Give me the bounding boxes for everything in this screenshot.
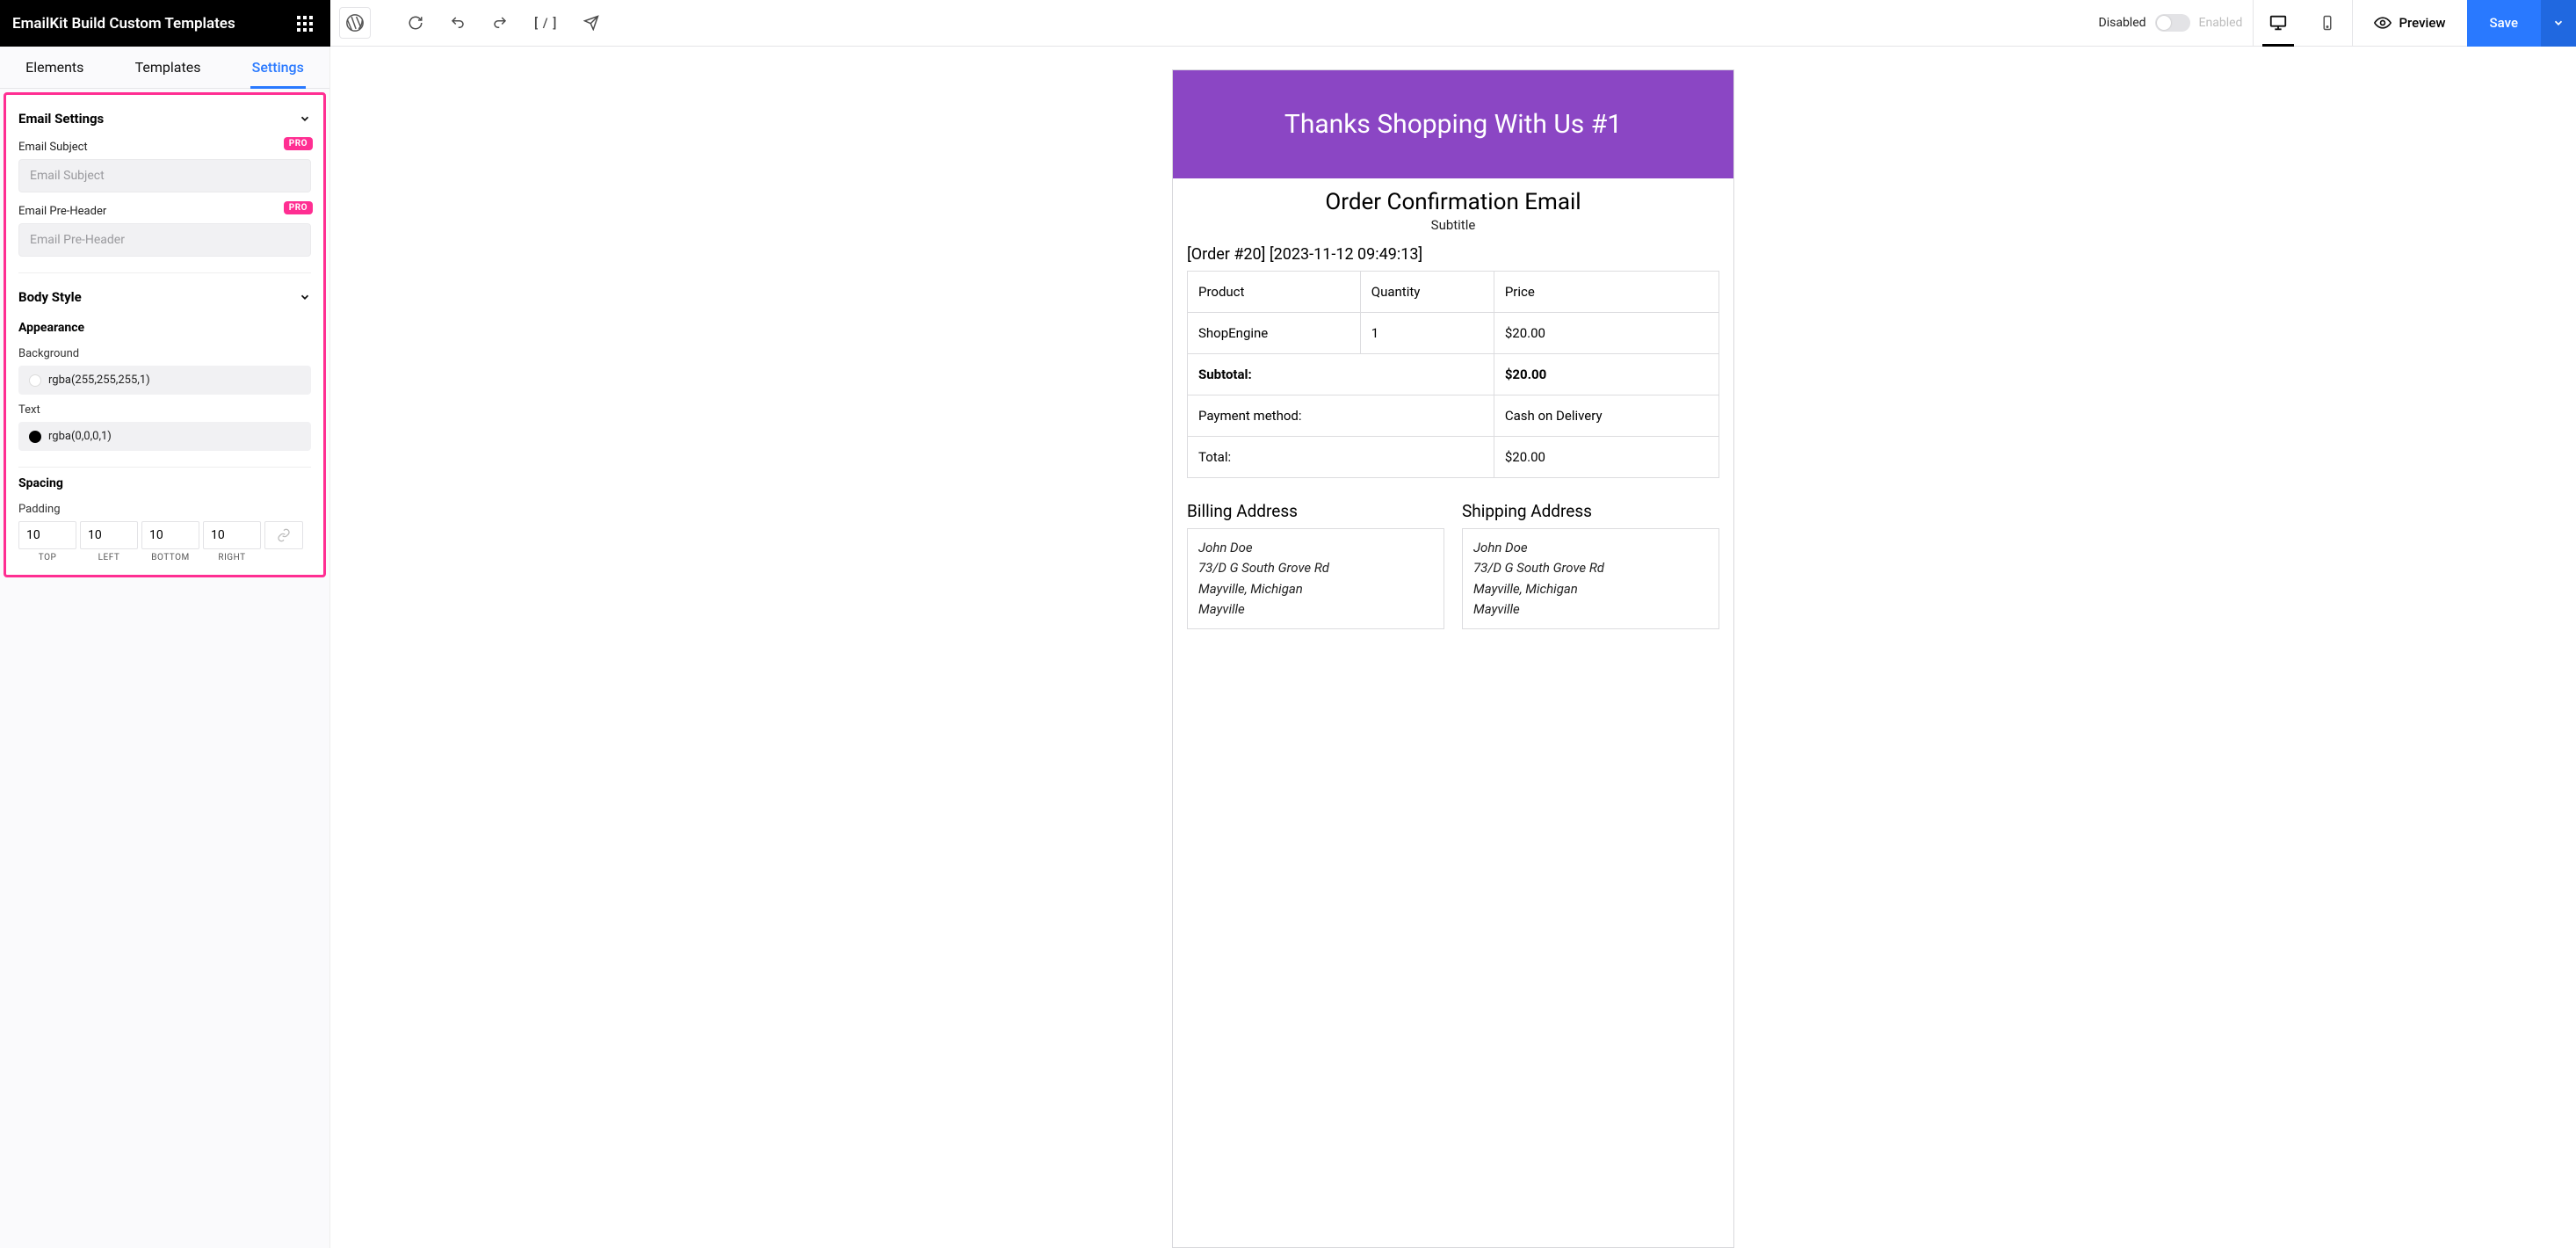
tab-elements[interactable]: Elements (18, 47, 90, 89)
email-preheader-label: Email Pre-Header PRO (18, 205, 311, 218)
color-swatch-icon (29, 431, 41, 443)
pro-badge: PRO (284, 201, 313, 214)
pro-badge: PRO (284, 137, 313, 150)
color-swatch-icon (29, 374, 41, 387)
main-topbar: [ / ] Disabled Enabled (330, 0, 2576, 47)
preview-label: Preview (2399, 15, 2445, 31)
device-desktop-button[interactable] (2254, 0, 2303, 47)
order-table[interactable]: Product Quantity Price ShopEngine 1 $20.… (1187, 271, 1719, 478)
refresh-icon[interactable] (408, 15, 423, 31)
email-canvas[interactable]: Thanks Shopping With Us #1 Order Confirm… (1172, 69, 1734, 1248)
background-label: Background (18, 347, 311, 360)
table-row: ShopEngine 1 $20.00 (1188, 313, 1719, 354)
table-row: Subtotal: $20.00 (1188, 354, 1719, 395)
canvas-area[interactable]: Thanks Shopping With Us #1 Order Confirm… (330, 47, 2576, 1248)
tab-settings[interactable]: Settings (245, 47, 311, 89)
chevron-down-icon (299, 112, 311, 125)
text-color-label: Text (18, 403, 311, 417)
save-dropdown[interactable] (2541, 0, 2576, 47)
sidebar-tabs: Elements Templates Settings (0, 47, 329, 89)
chevron-down-icon (2552, 17, 2565, 29)
table-row: Total: $20.00 (1188, 437, 1719, 478)
sidebar-header: EmailKit Build Custom Templates (0, 0, 330, 47)
chevron-down-icon (299, 291, 311, 303)
email-subtitle[interactable]: Subtitle (1187, 217, 1719, 233)
email-preheader-input[interactable] (18, 223, 311, 257)
billing-heading[interactable]: Billing Address (1187, 501, 1444, 521)
table-row: Payment method: Cash on Delivery (1188, 395, 1719, 437)
undo-icon[interactable] (450, 15, 466, 31)
link-padding-button[interactable] (264, 521, 303, 549)
save-button[interactable]: Save (2467, 0, 2541, 47)
app-title: EmailKit Build Custom Templates (12, 15, 235, 33)
padding-inputs: TOP LEFT BOTTOM RIGHT (18, 521, 311, 562)
link-icon (277, 528, 291, 542)
apps-grid-icon[interactable] (292, 11, 318, 37)
billing-address[interactable]: John Doe 73/D G South Grove Rd Mayville,… (1187, 528, 1444, 629)
disabled-label: Disabled (2099, 16, 2146, 30)
device-mobile-button[interactable] (2303, 0, 2352, 47)
sidebar: Elements Templates Settings Email Settin… (0, 47, 330, 1248)
spacing-heading: Spacing (18, 476, 311, 490)
redo-icon[interactable] (492, 15, 508, 31)
padding-top-input[interactable] (18, 521, 76, 549)
padding-label: Padding (18, 503, 311, 516)
eye-icon (2374, 14, 2391, 32)
text-color-input[interactable]: rgba(0,0,0,1) (18, 422, 311, 451)
settings-panel: Email Settings Email Subject PRO Email P… (4, 92, 326, 577)
preview-button[interactable]: Preview (2353, 0, 2466, 47)
padding-left-input[interactable] (80, 521, 138, 549)
appearance-heading: Appearance (18, 321, 311, 335)
send-icon[interactable] (583, 15, 599, 31)
enabled-label: Enabled (2199, 16, 2243, 30)
wordpress-icon[interactable] (339, 7, 371, 39)
padding-right-input[interactable] (203, 521, 261, 549)
padding-bottom-input[interactable] (141, 521, 199, 549)
email-title[interactable]: Order Confirmation Email (1187, 189, 1719, 215)
table-row: Product Quantity Price (1188, 272, 1719, 313)
tab-templates[interactable]: Templates (128, 47, 208, 89)
email-banner[interactable]: Thanks Shopping With Us #1 (1173, 70, 1733, 178)
shortcode-icon[interactable]: [ / ] (534, 15, 557, 31)
section-email-settings[interactable]: Email Settings (18, 104, 311, 135)
background-color-input[interactable]: rgba(255,255,255,1) (18, 366, 311, 395)
shipping-address[interactable]: John Doe 73/D G South Grove Rd Mayville,… (1462, 528, 1719, 629)
section-body-style[interactable]: Body Style (18, 282, 311, 314)
order-line[interactable]: [Order #20] [2023-11-12 09:49:13] (1187, 245, 1719, 264)
enable-toggle-wrap: Disabled Enabled (2099, 14, 2243, 32)
email-subject-label: Email Subject PRO (18, 141, 311, 154)
email-subject-input[interactable] (18, 159, 311, 192)
shipping-heading[interactable]: Shipping Address (1462, 501, 1719, 521)
enable-toggle[interactable] (2155, 14, 2190, 32)
